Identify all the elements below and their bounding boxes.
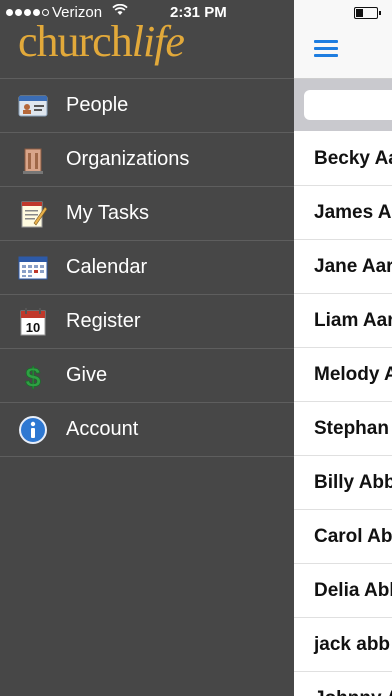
carrier-label: Verizon [52, 4, 103, 21]
dollar-icon: $ [18, 361, 48, 391]
list-item[interactable]: Delia Abb [294, 564, 392, 618]
menu-item-my-tasks[interactable]: My Tasks [0, 186, 294, 240]
list-item[interactable]: Carol Ab [294, 510, 392, 564]
list-item[interactable]: Jane Aar [294, 240, 392, 294]
people-card-icon [18, 91, 48, 121]
hamburger-menu-icon[interactable] [314, 40, 338, 58]
svg-text:10: 10 [26, 320, 40, 335]
clock: 2:31 PM [170, 4, 227, 21]
churchlife-logo: churchlife [18, 20, 185, 64]
list-item[interactable]: Liam Aar [294, 294, 392, 348]
date-10-icon: 10 [18, 307, 48, 337]
list-item[interactable]: Melody A [294, 348, 392, 402]
menu-item-account[interactable]: Account [0, 402, 294, 457]
menu-item-people[interactable]: People [0, 78, 294, 132]
svg-text:$: $ [25, 362, 41, 391]
list-item[interactable]: Stephan [294, 402, 392, 456]
menu-item-organizations[interactable]: Organizations [0, 132, 294, 186]
people-list: Becky Aa James A Jane Aar Liam Aar Melod… [294, 132, 392, 696]
menu-item-give[interactable]: $ Give [0, 348, 294, 402]
search-bar [294, 79, 392, 131]
menu-item-label: Account [66, 418, 139, 440]
menu-item-register[interactable]: 10 Register [0, 294, 294, 348]
search-input[interactable] [304, 90, 392, 120]
notepad-icon [18, 199, 48, 229]
menu-item-label: Calendar [66, 256, 148, 278]
battery-icon [354, 7, 381, 19]
calendar-icon [18, 253, 48, 283]
menu-item-label: Give [66, 364, 108, 386]
menu-list: People Organizations My Tasks Calendar 1… [0, 78, 294, 457]
list-item[interactable]: James A [294, 186, 392, 240]
menu-item-label: My Tasks [66, 202, 149, 224]
side-menu: churchlife People Organizations My Tasks… [0, 0, 294, 696]
list-item[interactable]: Becky Aa [294, 132, 392, 186]
status-bar: Verizon 2:31 PM [0, 0, 392, 26]
list-item[interactable]: Billy Abb [294, 456, 392, 510]
list-item[interactable]: Johnny A [294, 672, 392, 696]
menu-item-label: Organizations [66, 148, 190, 170]
building-icon [18, 145, 48, 175]
menu-item-calendar[interactable]: Calendar [0, 240, 294, 294]
wifi-icon [112, 3, 128, 19]
list-item[interactable]: jack abb [294, 618, 392, 672]
people-content-panel: Becky Aa James A Jane Aar Liam Aar Melod… [294, 0, 392, 696]
info-icon [18, 415, 48, 445]
signal-strength-icon [6, 9, 49, 16]
menu-item-label: People [66, 94, 129, 116]
menu-item-label: Register [66, 310, 141, 332]
